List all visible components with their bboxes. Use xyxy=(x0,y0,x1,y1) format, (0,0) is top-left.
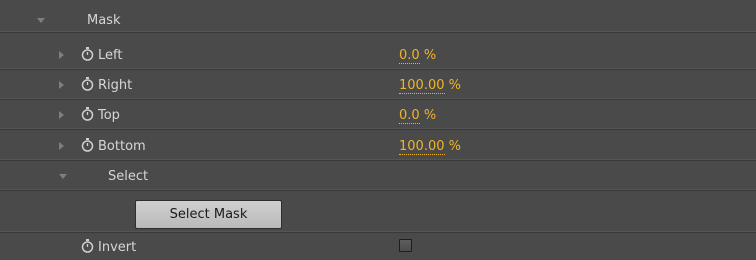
expand-triangle-icon[interactable] xyxy=(59,81,64,89)
collapse-triangle-icon[interactable] xyxy=(59,174,67,179)
property-value-left[interactable]: 0.0 % xyxy=(399,48,436,64)
property-row-top[interactable]: Top 0.0 % xyxy=(0,100,756,130)
select-mask-row xyxy=(0,191,756,233)
property-row-invert[interactable]: Invert xyxy=(0,233,756,260)
property-value-top[interactable]: 0.0 % xyxy=(399,108,436,124)
stopwatch-icon[interactable] xyxy=(81,77,94,91)
stopwatch-icon[interactable] xyxy=(81,107,94,121)
select-group-label: Select xyxy=(108,169,149,184)
select-group-row[interactable]: Select xyxy=(0,161,756,191)
property-value-right[interactable]: 100.00 % xyxy=(399,78,461,94)
select-mask-button[interactable]: Select Mask xyxy=(135,200,282,229)
mask-section-header[interactable]: Mask xyxy=(0,7,756,33)
property-label-left: Left xyxy=(98,48,123,63)
stopwatch-icon[interactable] xyxy=(81,47,94,61)
property-label-invert: Invert xyxy=(98,240,137,255)
collapse-triangle-icon[interactable] xyxy=(37,18,45,23)
expand-triangle-icon[interactable] xyxy=(59,51,64,59)
property-label-bottom: Bottom xyxy=(98,139,146,154)
expand-triangle-icon[interactable] xyxy=(59,111,64,119)
property-row-left[interactable]: Left 0.0 % xyxy=(0,40,756,70)
mask-section-title: Mask xyxy=(87,13,121,28)
stopwatch-icon[interactable] xyxy=(81,138,94,152)
invert-checkbox[interactable] xyxy=(399,239,412,252)
property-label-top: Top xyxy=(98,108,120,123)
property-label-right: Right xyxy=(98,78,133,93)
property-value-bottom[interactable]: 100.00 % xyxy=(399,139,461,155)
stopwatch-icon[interactable] xyxy=(81,239,94,253)
effect-controls-panel: Mask Left 0.0 % Right 100.00 % Top 0.0 %… xyxy=(0,0,756,260)
expand-triangle-icon[interactable] xyxy=(59,142,64,150)
property-row-bottom[interactable]: Bottom 100.00 % xyxy=(0,130,756,161)
property-row-right[interactable]: Right 100.00 % xyxy=(0,70,756,100)
